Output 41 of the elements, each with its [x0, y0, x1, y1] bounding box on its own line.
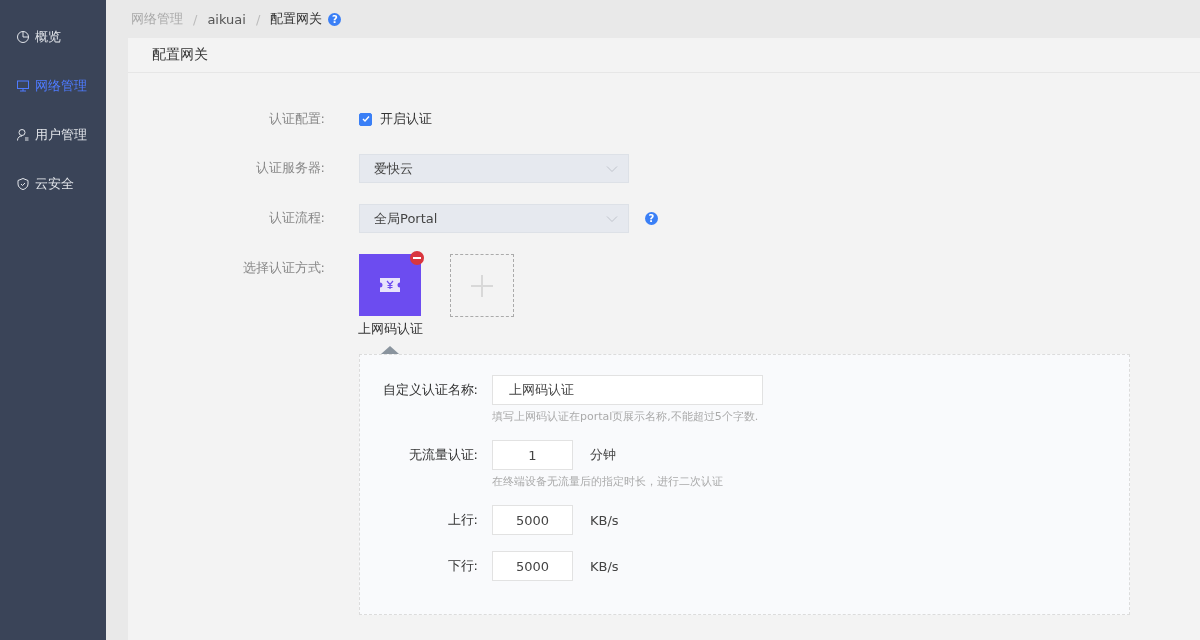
field-label: 下行: — [446, 557, 478, 575]
shield-icon — [16, 177, 30, 191]
unit-label: KB/s — [590, 558, 619, 574]
field-label: 无流量认证: — [407, 446, 478, 464]
method-label: 上网码认证 — [357, 321, 423, 338]
check-icon — [360, 114, 371, 124]
plus-icon — [471, 274, 493, 297]
field-label: 认证服务器: — [254, 159, 325, 177]
remove-icon — [410, 251, 424, 265]
add-method-button[interactable] — [450, 254, 514, 317]
field-label: 选择认证方式: — [241, 259, 325, 277]
field-label: 上行: — [446, 511, 478, 529]
input-field[interactable]: 5000 — [492, 551, 573, 581]
dropdown[interactable]: 全局Portal — [359, 204, 629, 233]
sidebar-item[interactable]: 概览 — [0, 27, 106, 47]
breadcrumb-link[interactable]: aikuai — [207, 11, 246, 27]
input-field[interactable]: 1 — [492, 440, 573, 470]
field-label: 认证配置: — [267, 110, 325, 128]
unit-label: 分钟 — [590, 446, 616, 464]
pie-chart-icon — [16, 30, 30, 44]
checkbox-label[interactable]: 开启认证 — [380, 110, 432, 128]
sidebar-item[interactable]: 云安全 — [0, 174, 106, 194]
user-icon — [16, 128, 30, 142]
field-label: 认证流程: — [267, 209, 325, 227]
breadcrumb-separator: / — [193, 11, 198, 27]
method-tile[interactable] — [359, 254, 421, 316]
help-icon[interactable]: ? — [328, 12, 342, 26]
input-field[interactable]: 上网码认证 — [492, 375, 763, 405]
unit-label: KB/s — [590, 512, 619, 528]
input-field[interactable]: 5000 — [492, 505, 573, 535]
breadcrumb-separator: / — [255, 11, 261, 27]
hint-text: 在终端设备无流量后的指定时长，进行二次认证 — [492, 474, 723, 489]
monitor-icon — [16, 79, 30, 93]
field-label: 自定义认证名称: — [381, 381, 478, 399]
hint-text: 填写上网码认证在portal页展示名称,不能超过5个字数. — [492, 409, 760, 424]
page-title: 配置网关 — [152, 46, 208, 64]
dropdown[interactable]: 爱快云 — [359, 154, 629, 183]
help-icon[interactable]: ? — [645, 212, 658, 225]
checkbox[interactable] — [359, 112, 372, 126]
sidebar-item[interactable]: 用户管理 — [0, 125, 106, 145]
ticket-icon — [379, 277, 401, 293]
